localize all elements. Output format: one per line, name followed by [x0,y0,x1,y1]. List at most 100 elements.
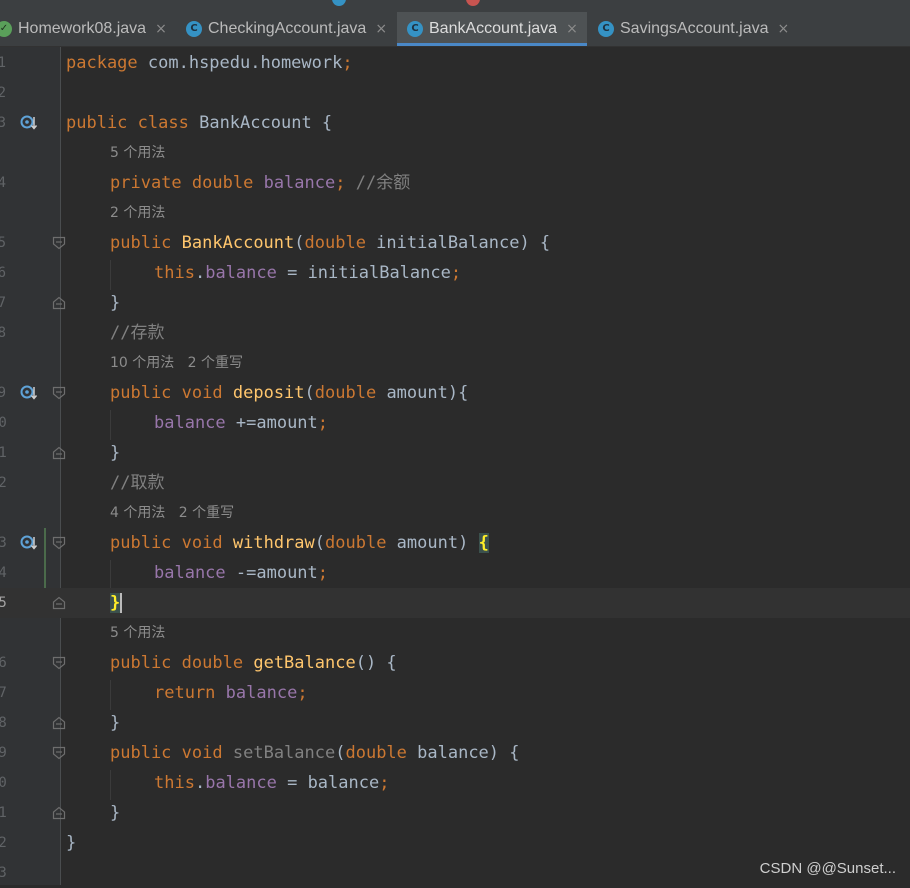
fold-marker-icon[interactable] [52,386,66,400]
line-number: 5 [0,235,6,251]
line-number: 2 [0,85,6,101]
tab-checkingaccount[interactable]: C CheckingAccount.java × [178,12,401,46]
usage-hint[interactable]: 10 个用法 2 个重写 [110,348,243,378]
line-number: 22 [0,835,7,851]
code-line[interactable]: 17 return balance; [0,678,910,708]
fold-marker-icon[interactable] [52,716,66,730]
close-icon[interactable]: × [375,21,387,37]
code-line[interactable]: 21 } [0,798,910,828]
top-breadcrumb-strip [0,0,910,12]
fold-marker-icon[interactable] [52,596,66,610]
usage-hint-line: 4 个用法 2 个重写 [0,498,910,528]
line-number: 14 [0,565,7,581]
tab-label: Homework08.java [18,20,147,37]
watermark: CSDN @@Sunset... [759,860,896,877]
usage-hint[interactable]: 5 个用法 [110,138,165,168]
tab-homework08[interactable]: ✓ Homework08.java × [0,12,168,46]
code-line[interactable]: 4 private double balance; //余额 [0,168,910,198]
current-code-line[interactable]: 15 } [0,588,910,618]
line-number: 6 [0,265,6,281]
line-number: 17 [0,685,7,701]
unused-method-name: setBalance [232,743,336,763]
class-icon: C [598,21,614,37]
code-comment: //存款 [110,323,165,343]
code-line[interactable]: 18 } [0,708,910,738]
breadcrumb-class-icon [332,0,346,6]
code-text: public void deposit(double amount){ [110,383,469,403]
code-text: balance +=amount; [154,413,329,433]
close-icon[interactable]: × [778,21,790,37]
code-line[interactable]: 22 } [0,828,910,858]
close-icon[interactable]: × [155,21,167,37]
line-number: 19 [0,745,7,761]
code-line[interactable]: 16 public double getBalance() { [0,648,910,678]
close-icon[interactable]: × [566,21,578,37]
code-text: public BankAccount(double initialBalance… [110,233,551,253]
fold-marker-icon[interactable] [52,536,66,550]
code-line[interactable]: 11 } [0,438,910,468]
override-implemented-icon[interactable] [20,114,38,132]
code-text: this.balance = balance; [154,773,390,793]
override-implemented-icon[interactable] [20,384,38,402]
fold-marker-icon[interactable] [52,236,66,250]
line-number: 1 [0,55,6,71]
fold-marker-icon[interactable] [52,656,66,670]
usage-hint[interactable]: 2 个用法 [110,198,165,228]
line-number: 8 [0,325,6,341]
line-number: 20 [0,775,7,791]
code-line[interactable]: 14 balance -=amount; [0,558,910,588]
code-text: } [110,588,123,618]
code-text: return balance; [154,683,308,703]
fold-marker-icon[interactable] [52,806,66,820]
fold-marker-icon[interactable] [52,296,66,310]
usage-hint[interactable]: 4 个用法 2 个重写 [110,498,234,528]
line-number: 23 [0,865,7,881]
code-line[interactable]: 20 this.balance = balance; [0,768,910,798]
line-number: 3 [0,115,6,131]
code-line[interactable]: 6 this.balance = initialBalance; [0,258,910,288]
code-line[interactable]: 12 //取款 [0,468,910,498]
usage-hint[interactable]: 5 个用法 [110,618,165,648]
code-line[interactable]: 10 balance +=amount; [0,408,910,438]
code-line[interactable]: 13 public void withdraw(double amount) { [0,528,910,558]
code-line[interactable]: 19 public void setBalance(double balance… [0,738,910,768]
line-number: 18 [0,715,7,731]
code-line[interactable]: 2 [0,78,910,108]
fold-marker-icon[interactable] [52,446,66,460]
text-caret [120,593,123,613]
code-text: public void setBalance(double balance) { [110,743,520,763]
code-text: } [66,833,77,853]
code-text: } [110,713,121,733]
override-implemented-icon[interactable] [20,534,38,552]
matched-brace: } [110,593,121,613]
tab-label: CheckingAccount.java [208,20,367,37]
breadcrumb-marker-icon [466,0,480,6]
matched-brace: { [478,533,489,553]
code-text: package com.hspedu.homework; [66,53,353,73]
code-text: balance -=amount; [154,563,329,583]
usage-hint-line: 5 个用法 [0,138,910,168]
usage-hint-line: 5 个用法 [0,618,910,648]
line-number: 7 [0,295,6,311]
line-number: 12 [0,475,7,491]
code-line[interactable]: 3 public class BankAccount { [0,108,910,138]
line-number: 11 [0,445,7,461]
tab-bankaccount[interactable]: C BankAccount.java × [397,12,587,46]
code-text: public class BankAccount { [66,113,333,133]
code-line[interactable]: 8 //存款 [0,318,910,348]
tab-savingsaccount[interactable]: C SavingsAccount.java × [590,12,808,46]
line-number: 15 [0,595,7,611]
code-line[interactable]: 7 } [0,288,910,318]
fold-marker-icon[interactable] [52,746,66,760]
class-icon: C [407,21,423,37]
code-line[interactable]: 5 public BankAccount(double initialBalan… [0,228,910,258]
java-file-icon: ✓ [0,21,12,37]
line-number: 13 [0,535,7,551]
code-line[interactable]: 1 package com.hspedu.homework; [0,48,910,78]
tab-label: SavingsAccount.java [620,20,769,37]
code-line[interactable]: 9 public void deposit(double amount){ [0,378,910,408]
code-text: private double balance; //余额 [110,173,411,193]
code-text: this.balance = initialBalance; [154,263,462,283]
line-number: 16 [0,655,7,671]
line-number: 4 [0,175,6,191]
